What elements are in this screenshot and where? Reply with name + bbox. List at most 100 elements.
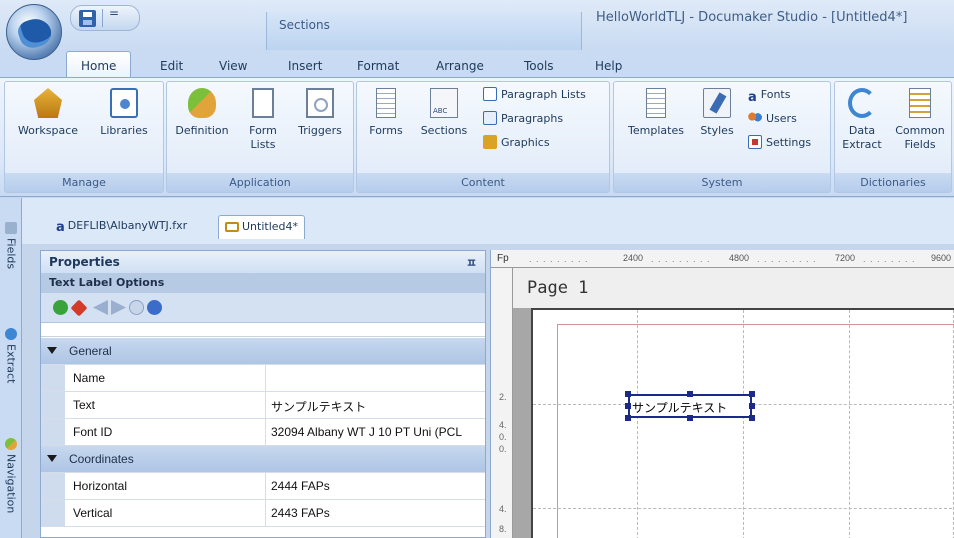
paragraphs-button[interactable]: Paragraphs	[483, 110, 563, 128]
workspace-button[interactable]: Workspace	[11, 88, 85, 138]
side-tab-navigation-label: Navigation	[4, 454, 18, 514]
properties-toolbar	[41, 293, 485, 323]
properties-title-text: Properties	[49, 255, 120, 269]
application-menu-button[interactable]	[6, 4, 62, 60]
doc-tab-untitled4[interactable]: Untitled4*	[218, 215, 306, 239]
ribbon-group-manage: Workspace Libraries Manage	[4, 81, 164, 193]
property-name: Horizontal	[73, 479, 128, 493]
ruler-dots: . . . . . . . . .	[529, 254, 589, 264]
property-row[interactable]: Vertical 2443 FAPs	[41, 500, 485, 527]
page-sheet[interactable]: サンプルテキスト	[531, 308, 954, 538]
group-label-system: System	[614, 173, 830, 192]
resize-handle[interactable]	[687, 415, 693, 421]
tab-home[interactable]: Home	[66, 51, 132, 79]
tab-view[interactable]: View	[219, 59, 247, 73]
property-name: Vertical	[73, 506, 113, 520]
side-tab-fields[interactable]: Fields	[0, 222, 22, 269]
sections-icon	[430, 88, 458, 118]
column-separator	[265, 392, 266, 418]
side-tab-extract-label: Extract	[4, 344, 18, 384]
libraries-icon	[110, 88, 138, 118]
tab-insert[interactable]: Insert	[288, 59, 322, 73]
ruler-left-label: 8.	[499, 524, 507, 534]
qat-customize-dropdown[interactable]: =	[109, 6, 119, 20]
side-panel-tabs: Fields Extract Navigation	[0, 198, 22, 538]
users-icon	[748, 111, 762, 125]
property-row[interactable]: Horizontal 2444 FAPs	[41, 473, 485, 500]
tab-arrange[interactable]: Arrange	[436, 59, 484, 73]
property-row[interactable]: Text サンプルテキスト	[41, 392, 485, 419]
ruler-left-label: 0.	[499, 444, 507, 454]
triggers-button[interactable]: Triggers	[289, 88, 351, 138]
sections-button[interactable]: Sections	[413, 88, 475, 138]
common-fields-button[interactable]: Common Fields	[889, 88, 951, 152]
collapse-caret-icon[interactable]	[47, 455, 57, 462]
group-label-content: Content	[357, 173, 609, 192]
settings-button[interactable]: Settings	[748, 134, 811, 152]
property-row[interactable]: Font ID 32094 Albany WT J 10 PT Uni (PCL	[41, 419, 485, 446]
graphics-icon	[483, 135, 497, 149]
doc-tab-deflib[interactable]: a DEFLIB\AlbanyWTJ.fxr	[50, 215, 193, 239]
tab-format[interactable]: Format	[357, 59, 399, 73]
document-tabs: a DEFLIB\AlbanyWTJ.fxr Untitled4*	[22, 198, 954, 244]
styles-button[interactable]: Styles	[694, 88, 740, 138]
data-extract-icon	[848, 88, 876, 118]
save-icon[interactable]	[79, 10, 96, 27]
resize-handle[interactable]	[625, 403, 631, 409]
paragraphs-icon	[483, 111, 497, 125]
form-lists-button[interactable]: Form Lists	[239, 88, 287, 152]
property-category-row[interactable]: Coordinates	[41, 446, 485, 473]
data-extract-button[interactable]: Data Extract	[837, 88, 887, 152]
contextual-tab-label: Sections	[279, 18, 330, 32]
qat-divider	[102, 9, 103, 27]
help-icon[interactable]	[147, 300, 162, 315]
tab-edit[interactable]: Edit	[160, 59, 183, 73]
templates-label: Templates	[628, 124, 684, 137]
properties-title: Properties ㅍ	[41, 251, 485, 273]
property-name: Coordinates	[69, 452, 134, 466]
info-icon[interactable]	[129, 300, 144, 315]
next-icon[interactable]	[111, 300, 126, 315]
resize-handle[interactable]	[749, 403, 755, 409]
resize-handle[interactable]	[687, 391, 693, 397]
definition-button[interactable]: Definition	[169, 88, 235, 138]
tab-help[interactable]: Help	[595, 59, 622, 73]
property-value[interactable]: 2444 FAPs	[271, 479, 485, 493]
fonts-icon: a	[748, 90, 757, 105]
fonts-button[interactable]: a Fonts	[748, 86, 790, 105]
collapse-caret-icon[interactable]	[47, 347, 57, 354]
property-name: Text	[73, 398, 96, 412]
side-tab-extract[interactable]: Extract	[0, 328, 22, 383]
ribbon-group-application: Definition Form Lists Triggers Applicati…	[166, 81, 354, 193]
resize-handle[interactable]	[749, 415, 755, 421]
property-category-row[interactable]: General	[41, 338, 485, 365]
forms-button[interactable]: Forms	[361, 88, 411, 138]
property-value[interactable]: 32094 Albany WT J 10 PT Uni (PCL	[271, 425, 485, 439]
property-value[interactable]: 2443 FAPs	[271, 506, 485, 520]
libraries-button[interactable]: Libraries	[87, 88, 161, 138]
data-extract-label-2: Extract	[842, 138, 882, 151]
resize-handle[interactable]	[625, 391, 631, 397]
ruler-dots: . . . . . . . .	[863, 254, 916, 264]
delete-icon[interactable]	[70, 299, 88, 317]
property-row[interactable]: Name	[41, 365, 485, 392]
ruler-left-label: 4.	[499, 504, 507, 514]
previous-icon[interactable]	[93, 300, 108, 315]
users-button[interactable]: Users	[748, 110, 797, 128]
templates-button[interactable]: Templates	[618, 88, 694, 138]
common-fields-icon	[909, 88, 931, 118]
resize-handle[interactable]	[749, 391, 755, 397]
paragraph-lists-icon	[483, 87, 497, 101]
pin-icon[interactable]: ㅍ	[466, 254, 477, 271]
documaker-logo-icon	[15, 14, 55, 52]
design-canvas[interactable]: Fp . . . . . . . . . 2400 . . . . . . . …	[490, 250, 954, 538]
ruler-tick: 7200	[835, 253, 856, 263]
tab-tools[interactable]: Tools	[524, 59, 554, 73]
resize-handle[interactable]	[625, 415, 631, 421]
styles-icon	[703, 88, 731, 118]
property-value[interactable]: サンプルテキスト	[271, 398, 485, 415]
graphics-button[interactable]: Graphics	[483, 134, 550, 152]
add-icon[interactable]	[53, 300, 68, 315]
side-tab-navigation[interactable]: Navigation	[0, 438, 22, 513]
paragraph-lists-button[interactable]: Paragraph Lists	[483, 86, 586, 104]
